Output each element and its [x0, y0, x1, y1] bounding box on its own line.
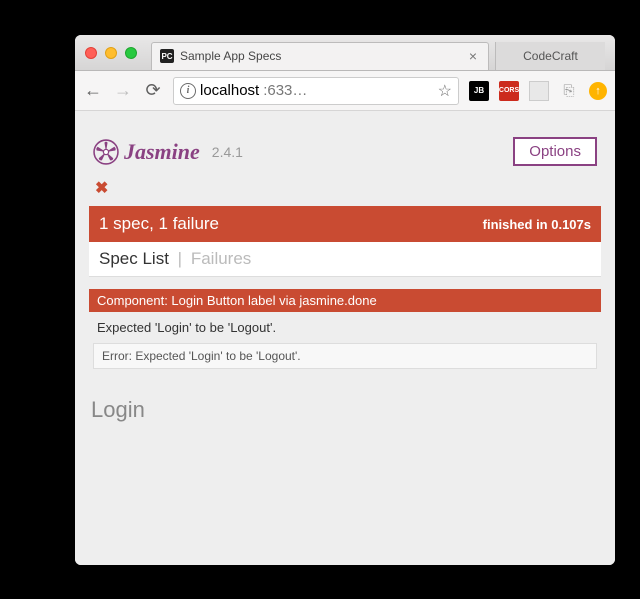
tab-failures[interactable]: Failures [191, 249, 251, 268]
summary-bar: 1 spec, 1 failure finished in 0.107s [89, 206, 601, 242]
summary-text: 1 spec, 1 failure [99, 214, 219, 234]
extension-copy-icon[interactable]: ⎘ [559, 81, 579, 101]
maximize-window-button[interactable] [125, 47, 137, 59]
address-rest: :633… [263, 82, 307, 99]
failing-spec-title[interactable]: Component: Login Button label via jasmin… [89, 289, 601, 312]
jasmine-header: Jasmine 2.4.1 Options [89, 131, 601, 176]
extension-cors-icon[interactable]: CORS [499, 81, 519, 101]
traffic-lights [85, 47, 137, 59]
app-login-label: Login [89, 379, 601, 427]
extension-update-icon[interactable]: ↑ [589, 82, 607, 100]
reload-button[interactable]: ⟳ [143, 80, 163, 101]
jasmine-flower-icon [93, 139, 119, 165]
minimize-window-button[interactable] [105, 47, 117, 59]
jasmine-brand-name: Jasmine [124, 139, 200, 165]
tab-title: Sample App Specs [180, 49, 460, 63]
page-content: Jasmine 2.4.1 Options ✖ 1 spec, 1 failur… [75, 111, 615, 565]
jasmine-runner: Jasmine 2.4.1 Options ✖ 1 spec, 1 failur… [89, 131, 601, 427]
address-host: localhost [200, 82, 259, 99]
browser-tab-active[interactable]: PC Sample App Specs × [151, 42, 489, 70]
tab-close-button[interactable]: × [466, 48, 480, 64]
close-window-button[interactable] [85, 47, 97, 59]
extension-jetbrains-icon[interactable]: JB [469, 81, 489, 101]
jasmine-logo: Jasmine [93, 139, 200, 165]
browser-tab-inactive[interactable]: CodeCraft [495, 42, 605, 70]
extension-blank-icon[interactable] [529, 81, 549, 101]
failing-spec-stack: Error: Expected 'Login' to be 'Logout'. [93, 343, 597, 369]
options-button[interactable]: Options [513, 137, 597, 166]
tab-spec-list[interactable]: Spec List [99, 249, 169, 268]
failure-x-icon[interactable]: ✖ [89, 176, 601, 206]
window-titlebar: PC Sample App Specs × CodeCraft [75, 35, 615, 71]
browser-window: PC Sample App Specs × CodeCraft ← → ⟳ i … [75, 35, 615, 565]
browser-toolbar: ← → ⟳ i localhost:633… ☆ JB CORS ⎘ ↑ [75, 71, 615, 111]
jasmine-version: 2.4.1 [212, 144, 243, 160]
result-tabs: Spec List | Failures [89, 242, 601, 277]
back-button[interactable]: ← [83, 80, 103, 101]
tab-favicon: PC [160, 49, 174, 63]
address-bar[interactable]: i localhost:633… ☆ [173, 77, 459, 105]
timing-text: finished in 0.107s [483, 217, 591, 232]
bookmark-star-icon[interactable]: ☆ [438, 81, 452, 101]
forward-button[interactable]: → [113, 80, 133, 101]
failing-spec-message: Expected 'Login' to be 'Logout'. [89, 312, 601, 343]
site-info-icon[interactable]: i [180, 83, 196, 99]
